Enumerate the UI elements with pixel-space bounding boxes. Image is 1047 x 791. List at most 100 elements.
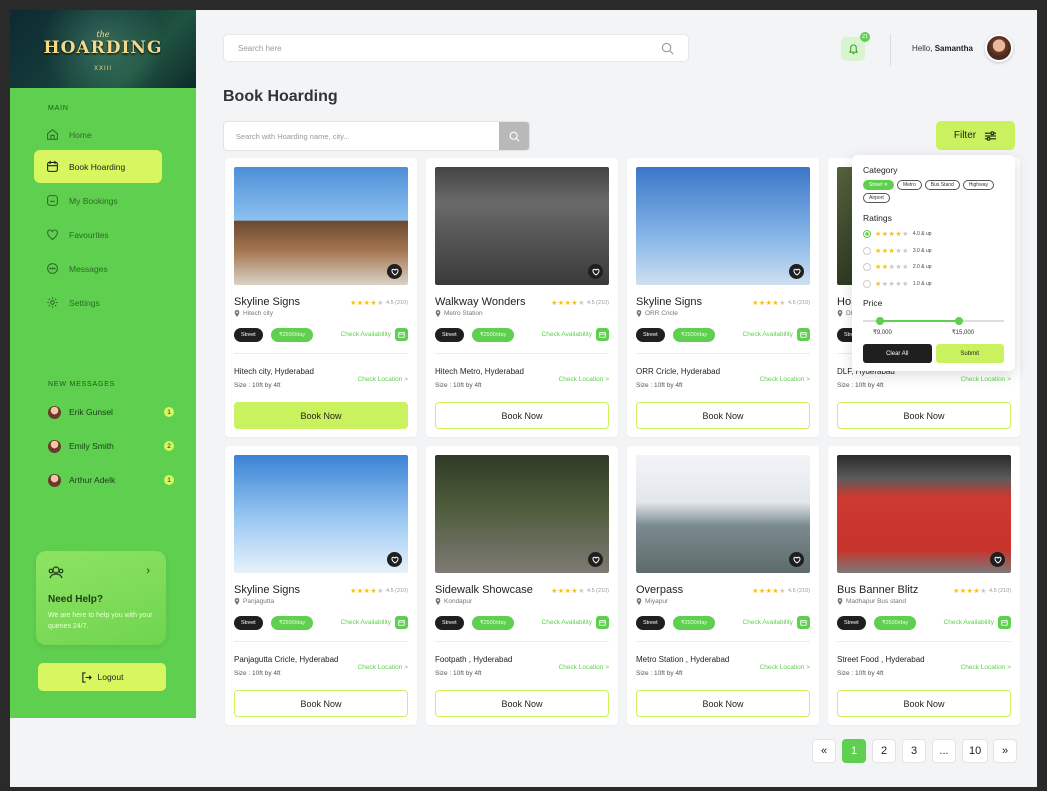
- check-location-link[interactable]: Check Location >: [559, 376, 609, 383]
- check-location-link[interactable]: Check Location >: [961, 376, 1011, 383]
- check-availability-link[interactable]: Check Availability: [341, 616, 408, 629]
- hoarding-search-input[interactable]: Search with Hoarding name, city...: [223, 121, 530, 151]
- help-card[interactable]: › Need Help? We are here to help you wit…: [36, 551, 166, 645]
- hoarding-image[interactable]: [234, 455, 408, 573]
- slider-max-handle[interactable]: [954, 317, 963, 325]
- favourite-heart-icon[interactable]: [789, 552, 804, 567]
- hoarding-image[interactable]: [435, 455, 609, 573]
- page-button-1[interactable]: 1: [842, 739, 866, 763]
- check-location-link[interactable]: Check Location >: [760, 376, 810, 383]
- chip-highway[interactable]: Highway: [962, 180, 994, 190]
- global-search-input[interactable]: Search here: [223, 34, 689, 62]
- page-ellipsis: ...: [932, 739, 956, 763]
- submit-button[interactable]: Submit: [935, 344, 1004, 363]
- radio-selected[interactable]: [863, 230, 871, 239]
- hoarding-image[interactable]: [636, 455, 810, 573]
- check-location-link[interactable]: Check Location >: [358, 376, 408, 383]
- check-location-link[interactable]: Check Location >: [358, 664, 408, 671]
- page-title: Book Hoarding: [223, 88, 338, 105]
- chip-bus-stand[interactable]: Bus Stand: [924, 180, 960, 190]
- location-pin-icon: [636, 598, 642, 605]
- card-location: DI: [837, 310, 853, 317]
- radio[interactable]: [863, 263, 871, 272]
- book-now-button[interactable]: Book Now: [435, 690, 609, 717]
- hoarding-card[interactable]: Sidewalk Showcase ★★★★★ 4.5 (210) Kondapur…: [426, 446, 618, 725]
- card-address: Hitech Metro, Hyderabad: [435, 367, 524, 376]
- favourite-heart-icon[interactable]: [387, 264, 402, 279]
- prev-page-button[interactable]: «: [812, 739, 836, 763]
- stars: ★★★★★: [350, 588, 384, 595]
- rating-option[interactable]: ★★★★★ 4.0 & up: [863, 226, 1004, 243]
- book-now-button[interactable]: Book Now: [837, 402, 1011, 429]
- book-now-button[interactable]: Book Now: [234, 690, 408, 717]
- hoarding-image[interactable]: [435, 167, 609, 285]
- clear-all-button[interactable]: Clear All: [863, 344, 932, 363]
- avatar: [48, 439, 61, 453]
- hoarding-card[interactable]: Skyline Signs ★★★★★ 4.5 (210) Hitech city S…: [225, 158, 417, 437]
- sidebar-item-messages[interactable]: Messages: [34, 252, 162, 285]
- card-title: Sidewalk Showcase: [435, 584, 533, 596]
- check-location-link[interactable]: Check Location >: [961, 664, 1011, 671]
- hoarding-card[interactable]: Skyline Signs ★★★★★ 4.5 (210) ORR Cricle St…: [627, 158, 819, 437]
- check-location-link[interactable]: Check Location >: [559, 664, 609, 671]
- favourite-heart-icon[interactable]: [789, 264, 804, 279]
- hoarding-image[interactable]: [837, 455, 1011, 573]
- radio[interactable]: [863, 246, 871, 255]
- chevron-right-icon[interactable]: ›: [146, 565, 150, 577]
- rating-option[interactable]: ★★★★★ 1.0 & up: [863, 276, 1004, 293]
- next-page-button[interactable]: »: [993, 739, 1017, 763]
- hoarding-card[interactable]: Bus Banner Blitz ★★★★★ 4.5 (210) Madhapur …: [828, 446, 1020, 725]
- profile-avatar[interactable]: [985, 34, 1013, 62]
- sidebar-item-my-bookings[interactable]: My Bookings: [34, 184, 162, 217]
- card-title: Overpass: [636, 584, 684, 596]
- favourite-heart-icon[interactable]: [387, 552, 402, 567]
- check-availability-link[interactable]: Check Availability: [944, 616, 1011, 629]
- check-availability-link[interactable]: Check Availability: [341, 328, 408, 341]
- chip-street[interactable]: Street ✕: [863, 180, 894, 190]
- card-address: Hitech city, Hyderabad: [234, 367, 314, 376]
- card-location: Panjagutta: [234, 598, 274, 605]
- check-availability-link[interactable]: Check Availability: [542, 616, 609, 629]
- logout-button[interactable]: Logout: [38, 663, 166, 691]
- notifications-button[interactable]: 21: [841, 32, 870, 61]
- book-now-button[interactable]: Book Now: [435, 402, 609, 429]
- sidebar-item-favourites[interactable]: Favourites: [34, 218, 162, 251]
- chip-metro[interactable]: Metro: [896, 180, 922, 190]
- check-availability-link[interactable]: Check Availability: [743, 328, 810, 341]
- logo[interactable]: the HOARDING XXIII: [10, 10, 196, 88]
- favourite-heart-icon[interactable]: [588, 264, 603, 279]
- card-title: Skyline Signs: [234, 296, 301, 308]
- hoarding-image[interactable]: [234, 167, 408, 285]
- rating-option[interactable]: ★★★★★ 2.0 & up: [863, 259, 1004, 276]
- search-icon[interactable]: [661, 42, 674, 55]
- sidebar-item-book-hoarding[interactable]: Book Hoarding: [34, 150, 162, 183]
- slider-min-handle[interactable]: [875, 317, 884, 325]
- sidebar-item-settings[interactable]: Settings: [34, 286, 162, 319]
- hoarding-card[interactable]: Walkway Wonders ★★★★★ 4.5 (210) Metro Stat…: [426, 158, 618, 437]
- check-availability-link[interactable]: Check Availability: [743, 616, 810, 629]
- book-now-button[interactable]: Book Now: [837, 690, 1011, 717]
- hoarding-card[interactable]: Skyline Signs ★★★★★ 4.5 (210) Panjagutta St…: [225, 446, 417, 725]
- book-now-button[interactable]: Book Now: [636, 690, 810, 717]
- radio[interactable]: [863, 279, 871, 288]
- message-item[interactable]: Arthur Adelk 1: [48, 470, 174, 490]
- book-now-button[interactable]: Book Now: [636, 402, 810, 429]
- book-now-button[interactable]: Book Now: [234, 402, 408, 429]
- hoarding-image[interactable]: [636, 167, 810, 285]
- price-range-slider[interactable]: [863, 314, 1004, 328]
- filter-button[interactable]: Filter: [936, 121, 1015, 150]
- page-button-2[interactable]: 2: [872, 739, 896, 763]
- message-item[interactable]: Erik Gunsel 1: [48, 402, 174, 422]
- search-button[interactable]: [499, 122, 529, 150]
- rating-option[interactable]: ★★★★★ 3.0 & up: [863, 243, 1004, 260]
- hoarding-card[interactable]: Overpass ★★★★★ 4.5 (210) Miyapur Street ₹250…: [627, 446, 819, 725]
- page-button-3[interactable]: 3: [902, 739, 926, 763]
- check-availability-link[interactable]: Check Availability: [542, 328, 609, 341]
- chip-airport[interactable]: Airport: [863, 193, 890, 203]
- favourite-heart-icon[interactable]: [588, 552, 603, 567]
- favourite-heart-icon[interactable]: [990, 552, 1005, 567]
- check-location-link[interactable]: Check Location >: [760, 664, 810, 671]
- page-button-10[interactable]: 10: [962, 739, 989, 763]
- message-item[interactable]: Emily Smith 2: [48, 436, 174, 456]
- sidebar-item-home[interactable]: Home: [34, 118, 162, 151]
